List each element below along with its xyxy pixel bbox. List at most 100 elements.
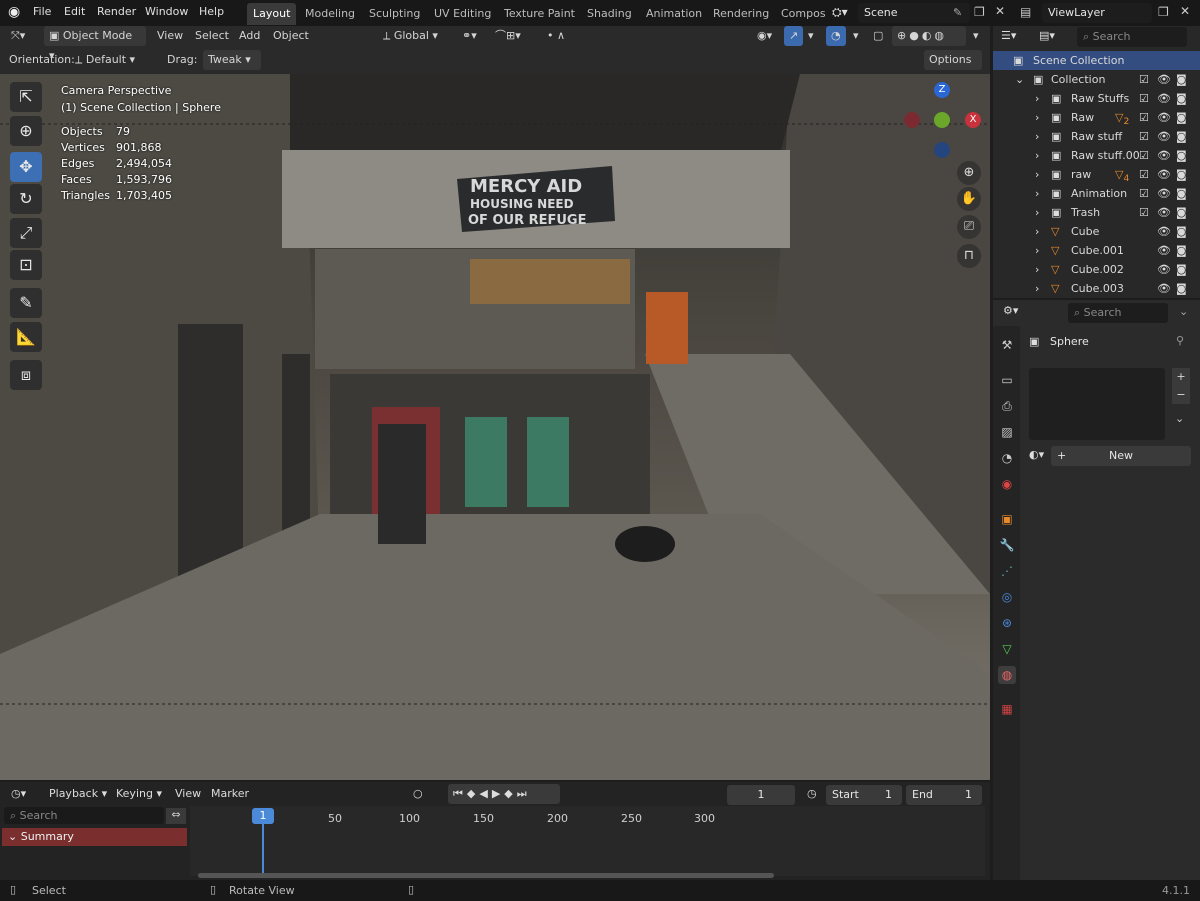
move-tool-icon[interactable]: ✥: [10, 152, 42, 182]
world-tab-icon[interactable]: ◉: [998, 475, 1016, 493]
outliner-editor-icon[interactable]: ☰▾: [1001, 29, 1016, 42]
eye-icon[interactable]: 👁: [1157, 184, 1171, 203]
eye-icon[interactable]: 👁: [1157, 222, 1171, 241]
select-box-tool-icon[interactable]: ⇱: [10, 82, 42, 112]
eye-icon[interactable]: 👁: [1157, 127, 1171, 146]
menu-view[interactable]: View: [152, 26, 188, 46]
properties-editor-icon[interactable]: ⚙▾: [1003, 304, 1018, 317]
dopesheet-area[interactable]: [190, 806, 985, 876]
camera-icon[interactable]: ◙: [1176, 108, 1187, 127]
blender-logo-icon[interactable]: ◉: [8, 4, 26, 22]
expand-icon[interactable]: ›: [1035, 108, 1039, 127]
material-browse-icon[interactable]: ◐▾: [1029, 448, 1044, 461]
outliner-row[interactable]: › ▣ raw ▽4 ☑ 👁 ◙: [993, 165, 1200, 184]
scene-type-icon[interactable]: ⛭▾: [832, 5, 848, 20]
outliner-row[interactable]: › ▣ Raw stuff.00 ☑ 👁 ◙: [993, 146, 1200, 165]
tab-uv-editing[interactable]: UV Editing: [428, 3, 497, 25]
eye-icon[interactable]: 👁: [1157, 146, 1171, 165]
texture-tab-icon[interactable]: ▦: [998, 700, 1016, 718]
render-tab-icon[interactable]: ▭: [998, 371, 1016, 389]
menu-keying[interactable]: Keying ▾: [111, 784, 167, 804]
drag-selector[interactable]: Tweak ▾: [203, 50, 261, 70]
menu-help[interactable]: Help: [199, 5, 224, 18]
delete-scene-icon[interactable]: ✕: [995, 4, 1005, 18]
transform-tool-icon[interactable]: ⊡: [10, 250, 42, 280]
outliner-row[interactable]: › ▽ Cube 👁 ◙: [993, 222, 1200, 241]
camera-icon[interactable]: ◙: [1176, 279, 1187, 298]
tool-tab-icon[interactable]: ⚒: [998, 336, 1016, 354]
scale-tool-icon[interactable]: ⤢: [10, 218, 42, 248]
menu-playback[interactable]: Playback ▾: [44, 784, 112, 804]
outliner-search[interactable]: ⌕ Search: [1077, 27, 1187, 47]
expand-icon[interactable]: ›: [1035, 260, 1039, 279]
options-button[interactable]: Options ▾: [924, 50, 982, 86]
camera-icon[interactable]: ◙: [1176, 184, 1187, 203]
outliner-row[interactable]: › ▣ Animation ☑ 👁 ◙: [993, 184, 1200, 203]
outliner-row[interactable]: › ▽ Cube.001 👁 ◙: [993, 241, 1200, 260]
eye-icon[interactable]: 👁: [1157, 70, 1171, 89]
eye-icon[interactable]: 👁: [1157, 165, 1171, 184]
start-frame-field[interactable]: Start 1: [826, 785, 902, 805]
outliner-row[interactable]: › ▣ Raw stuff ☑ 👁 ◙: [993, 127, 1200, 146]
tab-shading[interactable]: Shading: [581, 3, 638, 25]
outliner-row[interactable]: › ▽ Cube.002 👁 ◙: [993, 260, 1200, 279]
camera-icon[interactable]: ◙: [1176, 146, 1187, 165]
camera-icon[interactable]: ◙: [1176, 203, 1187, 222]
outliner-row-collection[interactable]: ⌄ ▣ Collection ☑ 👁 ◙: [993, 70, 1200, 89]
menu-edit[interactable]: Edit: [64, 5, 85, 18]
navigation-gizmo[interactable]: Z X: [895, 82, 985, 162]
scene-tab-icon[interactable]: ◔: [998, 449, 1016, 467]
new-scene-icon[interactable]: ❐: [974, 5, 985, 19]
timeline-scrollbar[interactable]: [198, 873, 774, 878]
shading-dropdown-icon[interactable]: ▾: [968, 26, 984, 46]
pin-icon[interactable]: ⚲: [1176, 334, 1184, 347]
tab-rendering[interactable]: Rendering: [707, 3, 775, 25]
eye-icon[interactable]: 👁: [1157, 279, 1171, 298]
checkbox-icon[interactable]: ☑: [1139, 184, 1149, 203]
timeline-editor-icon[interactable]: ◷▾: [6, 784, 31, 804]
new-view-layer-icon[interactable]: ❐: [1158, 5, 1169, 19]
end-frame-field[interactable]: End 1: [906, 785, 982, 805]
playback-controls[interactable]: ⏮◆◀▶◆⏭: [448, 784, 560, 804]
pan-hand-icon[interactable]: ✋: [957, 187, 981, 211]
current-frame-field[interactable]: 1: [727, 785, 795, 805]
menu-timeline-view[interactable]: View: [170, 784, 206, 804]
checkbox-icon[interactable]: ☑: [1139, 146, 1149, 165]
tab-sculpting[interactable]: Sculpting: [363, 3, 426, 25]
lock-camera-icon[interactable]: ⊓: [957, 244, 981, 268]
overlay-toggle-icon[interactable]: ◔: [826, 26, 846, 46]
editor-type-icon[interactable]: ⤧▾: [6, 26, 30, 46]
expand-icon[interactable]: ›: [1035, 241, 1039, 260]
eye-icon[interactable]: 👁: [1157, 203, 1171, 222]
outliner-row[interactable]: › ▣ Raw ▽2 ☑ 👁 ◙: [993, 108, 1200, 127]
eye-icon[interactable]: 👁: [1157, 260, 1171, 279]
proportional-icon[interactable]: • ∧: [542, 26, 570, 46]
camera-view-icon[interactable]: ⎚: [957, 215, 981, 239]
camera-icon[interactable]: ◙: [1176, 222, 1187, 241]
pin-scene-icon[interactable]: ✎: [953, 6, 962, 19]
expand-icon[interactable]: ›: [1035, 279, 1039, 298]
3d-viewport[interactable]: MERCY AID HOUSING NEED OF OUR REFUGE Cam…: [0, 74, 990, 780]
expand-icon[interactable]: ›: [1035, 146, 1039, 165]
gizmo-toggle-icon[interactable]: ↗: [784, 26, 804, 46]
shading-modes[interactable]: ⊕●◐◍: [892, 26, 966, 46]
auto-key-icon[interactable]: ○: [408, 784, 428, 804]
properties-search[interactable]: ⌕ Search: [1068, 303, 1168, 323]
checkbox-icon[interactable]: ☑: [1139, 127, 1149, 146]
overlay-dropdown-icon[interactable]: ▾: [848, 26, 864, 46]
gizmo-dropdown-icon[interactable]: ▾: [803, 26, 819, 46]
checkbox-icon[interactable]: ☑: [1139, 89, 1149, 108]
rotate-tool-icon[interactable]: ↻: [10, 184, 42, 214]
menu-select[interactable]: Select: [190, 26, 234, 46]
collapse-icon[interactable]: ⌄: [1015, 70, 1024, 89]
expand-icon[interactable]: ›: [1035, 203, 1039, 222]
slot-specials-icon[interactable]: ⌄: [1175, 412, 1184, 425]
menu-add[interactable]: Add: [234, 26, 265, 46]
neg-x-axis-icon[interactable]: [904, 112, 920, 128]
expand-icon[interactable]: ›: [1035, 89, 1039, 108]
constraints-tab-icon[interactable]: ⊛: [998, 614, 1016, 632]
playhead[interactable]: 1: [252, 808, 274, 824]
delete-view-layer-icon[interactable]: ✕: [1180, 4, 1190, 18]
remove-slot-icon[interactable]: −: [1172, 386, 1190, 404]
add-slot-icon[interactable]: +: [1172, 368, 1190, 386]
